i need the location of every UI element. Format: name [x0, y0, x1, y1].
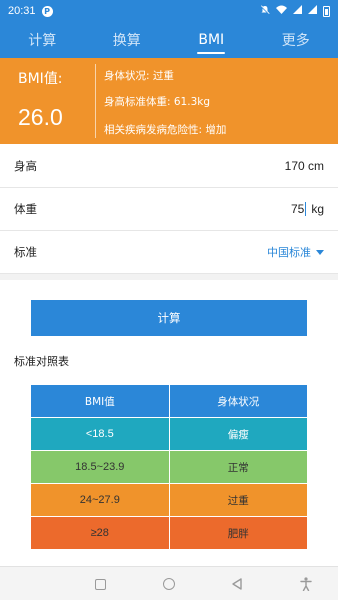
- table-header-status: 身体状况: [168, 384, 309, 418]
- body-status-text: 身体状况: 过重: [104, 70, 174, 82]
- back-icon[interactable]: [228, 575, 246, 593]
- calculate-button[interactable]: 计算: [31, 300, 307, 336]
- table-cell-range: 24~27.9: [30, 483, 170, 517]
- signal-icon: [308, 5, 317, 17]
- chevron-down-icon[interactable]: [316, 249, 324, 255]
- weight-unit: kg: [311, 202, 324, 216]
- reference-table-title: 标准对照表: [14, 355, 69, 368]
- mute-icon: [260, 4, 270, 18]
- weight-field[interactable]: 75 kg: [291, 202, 324, 216]
- tab-calculate[interactable]: 计算: [0, 22, 85, 58]
- table-header-bmi: BMI值: [30, 384, 170, 418]
- home-icon[interactable]: [160, 575, 178, 593]
- table-cell-status: 过重: [168, 483, 309, 517]
- standard-dropdown[interactable]: 中国标准: [267, 244, 324, 260]
- table-row: ≥28 肥胖: [30, 516, 309, 550]
- table-cell-range: <18.5: [30, 417, 170, 451]
- system-nav-bar: [0, 566, 338, 600]
- battery-icon: [323, 5, 330, 17]
- standard-value[interactable]: 中国标准: [267, 244, 311, 260]
- bmi-label: BMI值:: [18, 71, 63, 87]
- disease-risk-text: 相关疾病发病危险性: 增加: [104, 124, 227, 136]
- standard-weight-text: 身高标准体重: 61.3kg: [104, 96, 210, 108]
- signal-icon: [293, 5, 302, 17]
- table-row: 18.5~23.9 正常: [30, 450, 309, 484]
- weight-input[interactable]: 75: [291, 202, 304, 216]
- table-cell-range: 18.5~23.9: [30, 450, 170, 484]
- height-row[interactable]: 身高 170 cm: [0, 145, 338, 188]
- standard-label: 标准: [14, 245, 37, 259]
- app-notification-icon: P: [41, 5, 53, 17]
- table-cell-status: 正常: [168, 450, 309, 484]
- bmi-reference-table: BMI值 身体状况 <18.5 偏瘦 18.5~23.9 正常 24~27.9 …: [30, 384, 309, 550]
- table-header-row: BMI值 身体状况: [30, 384, 309, 418]
- bmi-value: 26.0: [18, 104, 63, 130]
- weight-row[interactable]: 体重 75 kg: [0, 188, 338, 231]
- weight-label: 体重: [14, 202, 37, 216]
- result-divider: [95, 64, 96, 138]
- table-row: <18.5 偏瘦: [30, 417, 309, 451]
- accessibility-icon[interactable]: [297, 575, 315, 593]
- standard-row[interactable]: 标准 中国标准: [0, 231, 338, 274]
- height-label: 身高: [14, 159, 37, 173]
- table-cell-status: 偏瘦: [168, 417, 309, 451]
- recents-icon[interactable]: [91, 575, 109, 593]
- table-cell-range: ≥28: [30, 516, 170, 550]
- tab-more[interactable]: 更多: [254, 22, 338, 58]
- status-bar: 20:31 P: [0, 0, 338, 22]
- bmi-result-card: BMI值: 26.0 身体状况: 过重 身高标准体重: 61.3kg 相关疾病发…: [0, 58, 338, 144]
- table-cell-status: 肥胖: [168, 516, 309, 550]
- tab-bmi[interactable]: BMI: [169, 22, 254, 58]
- status-time: 20:31: [8, 5, 36, 17]
- tab-convert[interactable]: 换算: [85, 22, 170, 58]
- tab-bar: 计算 换算 BMI 更多: [0, 22, 338, 58]
- text-cursor: [305, 202, 307, 216]
- status-icons: [260, 4, 330, 18]
- wifi-icon: [276, 5, 287, 17]
- height-input[interactable]: 170 cm: [285, 159, 324, 173]
- section-gap: [0, 274, 338, 280]
- table-row: 24~27.9 过重: [30, 483, 309, 517]
